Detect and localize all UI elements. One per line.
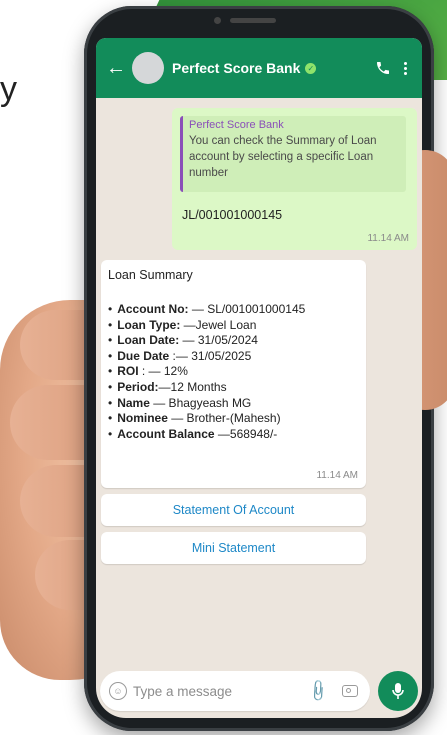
list-item: Name — Bhagyeash MG bbox=[108, 396, 305, 412]
list-item: Due Date :— 31/05/2025 bbox=[108, 349, 305, 365]
background-text: y bbox=[0, 70, 17, 108]
list-item: Period:—12 Months bbox=[108, 380, 305, 396]
speaker-grille bbox=[230, 18, 276, 23]
statement-of-account-button[interactable]: Statement Of Account bbox=[101, 494, 366, 526]
message-input[interactable]: Type a message bbox=[133, 684, 232, 699]
list-item: Account No: — SL/001001000145 bbox=[108, 302, 305, 318]
contact-name[interactable]: Perfect Score Bank bbox=[172, 60, 300, 76]
message-time: 11.14 AM bbox=[316, 470, 358, 481]
phone-icon[interactable] bbox=[372, 57, 394, 79]
list-item: Nominee — Brother-(Mahesh) bbox=[108, 411, 305, 427]
list-item: Loan Type: —Jewel Loan bbox=[108, 318, 305, 334]
quoted-text: You can check the Summary of Loan accoun… bbox=[189, 135, 377, 179]
quoted-message[interactable]: Perfect Score Bank You can check the Sum… bbox=[180, 116, 406, 192]
verified-badge-icon: ✓ bbox=[305, 62, 317, 74]
message-time: 11.14 AM bbox=[367, 233, 409, 244]
more-vertical-icon[interactable] bbox=[394, 61, 416, 75]
quoted-sender: Perfect Score Bank bbox=[189, 119, 284, 131]
outgoing-message: Perfect Score Bank You can check the Sum… bbox=[172, 108, 417, 250]
camera-icon[interactable] bbox=[342, 685, 358, 697]
mini-statement-button[interactable]: Mini Statement bbox=[101, 532, 366, 564]
mic-icon[interactable] bbox=[378, 671, 418, 711]
loan-summary-list: Account No: — SL/001001000145 Loan Type:… bbox=[108, 302, 305, 442]
emoji-icon[interactable]: ☺ bbox=[109, 682, 127, 700]
chat-header: ← Perfect Score Bank ✓ bbox=[96, 38, 422, 98]
chat-screen: ← Perfect Score Bank ✓ Perfect Score Ban… bbox=[96, 38, 422, 718]
avatar[interactable] bbox=[132, 52, 164, 84]
message-input-bar: ☺ Type a message 📎 bbox=[100, 671, 370, 711]
incoming-message: Loan Summary Account No: — SL/0010010001… bbox=[101, 260, 366, 488]
loan-summary-title: Loan Summary bbox=[108, 268, 193, 282]
list-item: Account Balance —568948/- bbox=[108, 427, 305, 443]
front-camera bbox=[214, 17, 221, 24]
arrow-left-icon[interactable]: ← bbox=[102, 57, 130, 80]
message-text: JL/001001000145 bbox=[182, 208, 283, 222]
list-item: ROI : — 12% bbox=[108, 364, 305, 380]
paperclip-icon[interactable]: 📎 bbox=[306, 678, 332, 704]
list-item: Loan Date: — 31/05/2024 bbox=[108, 333, 305, 349]
